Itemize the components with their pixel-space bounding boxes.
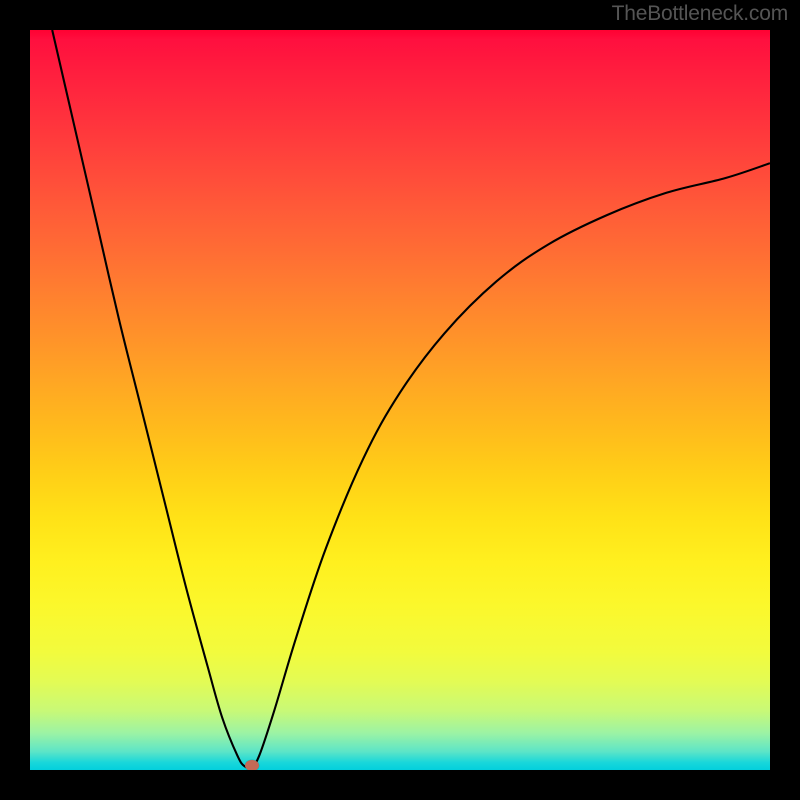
chart-background-gradient [30,30,770,770]
chart-plot-area [30,30,770,770]
minimum-marker [245,760,259,770]
watermark-text: TheBottleneck.com [612,2,788,26]
